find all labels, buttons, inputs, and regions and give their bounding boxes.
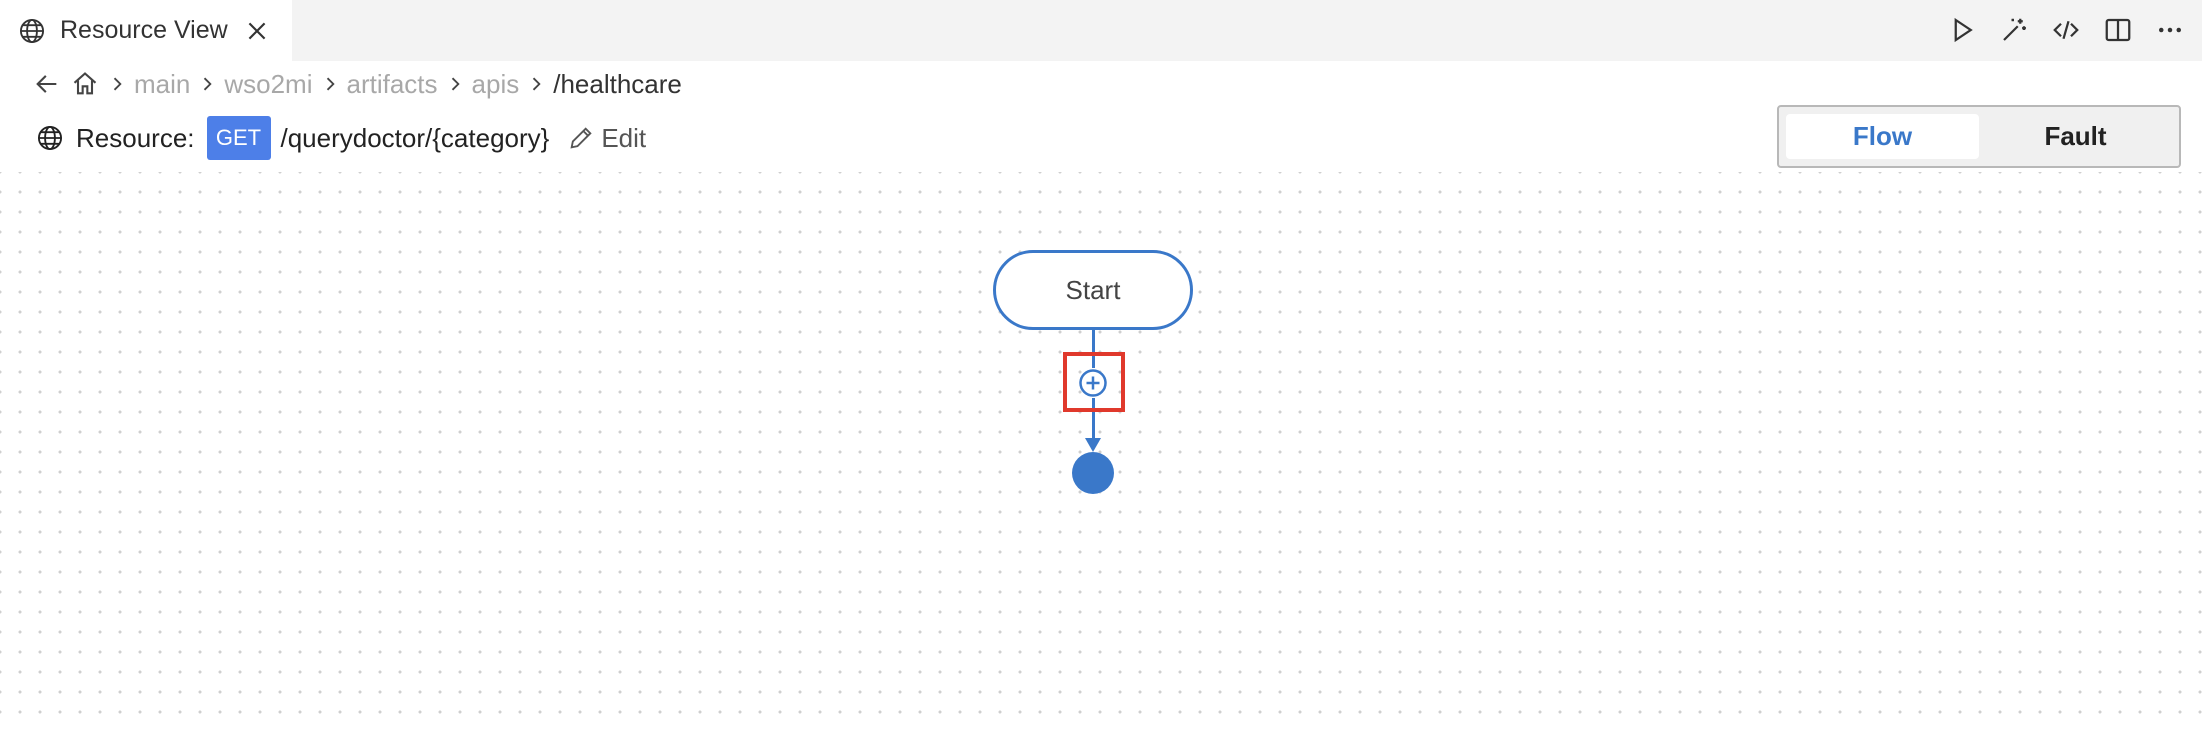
connector-arrow — [1085, 438, 1101, 452]
chevron-right-icon — [106, 72, 128, 96]
chevron-right-icon — [525, 72, 547, 96]
chevron-right-icon — [444, 72, 466, 96]
more-actions-button[interactable] — [2144, 8, 2196, 52]
tab-title: Resource View — [60, 16, 228, 44]
start-node[interactable]: Start — [993, 250, 1193, 330]
back-arrow-icon[interactable] — [32, 69, 62, 99]
run-icon — [1954, 17, 1973, 43]
split-editor-button[interactable] — [2092, 8, 2144, 52]
tab-fault[interactable]: Fault — [1979, 114, 2172, 159]
breadcrumb-current: /healthcare — [553, 68, 682, 99]
show-source-button[interactable] — [2040, 8, 2092, 52]
more-icon — [2159, 27, 2181, 33]
pencil-icon — [570, 127, 592, 149]
edit-resource-button[interactable]: Edit — [567, 123, 646, 154]
resource-path: /querydoctor/{category} — [280, 122, 550, 153]
resource-header: Resource: GET /querydoctor/{category} Ed… — [36, 116, 646, 160]
breadcrumb-item-artifacts[interactable]: artifacts — [347, 69, 438, 100]
breadcrumb-item-wso2mi[interactable]: wso2mi — [224, 69, 312, 100]
editor-tab-bar: Resource View — [0, 0, 2202, 61]
globe-icon — [36, 124, 64, 152]
split-editor-icon — [2105, 18, 2131, 42]
plus-circle-icon — [1079, 369, 1107, 397]
edit-label: Edit — [601, 122, 647, 153]
chevron-right-icon — [196, 72, 218, 96]
view-toggle: Flow Fault — [1777, 105, 2181, 168]
http-method-badge: GET — [206, 116, 271, 160]
breadcrumb: main wso2mi artifacts apis /healthcare — [32, 66, 682, 102]
add-mediator-button[interactable] — [1078, 368, 1108, 398]
tab-flow[interactable]: Flow — [1786, 114, 1979, 159]
globe-icon — [18, 17, 46, 45]
end-node[interactable] — [1072, 452, 1114, 494]
editor-toolbar — [1936, 8, 2196, 52]
breadcrumb-item-apis[interactable]: apis — [472, 69, 520, 100]
diagram-canvas[interactable]: Start — [0, 172, 2202, 730]
home-icon[interactable] — [70, 69, 100, 99]
breadcrumb-item-main[interactable]: main — [134, 69, 190, 100]
magic-wand-icon — [2003, 18, 2026, 41]
chevron-right-icon — [319, 72, 341, 96]
resource-label: Resource: — [76, 122, 195, 153]
close-icon[interactable] — [244, 18, 270, 44]
run-button[interactable] — [1936, 8, 1988, 52]
ai-assist-button[interactable] — [1988, 8, 2040, 52]
code-icon — [2053, 20, 2079, 40]
tab-resource-view[interactable]: Resource View — [0, 0, 292, 61]
